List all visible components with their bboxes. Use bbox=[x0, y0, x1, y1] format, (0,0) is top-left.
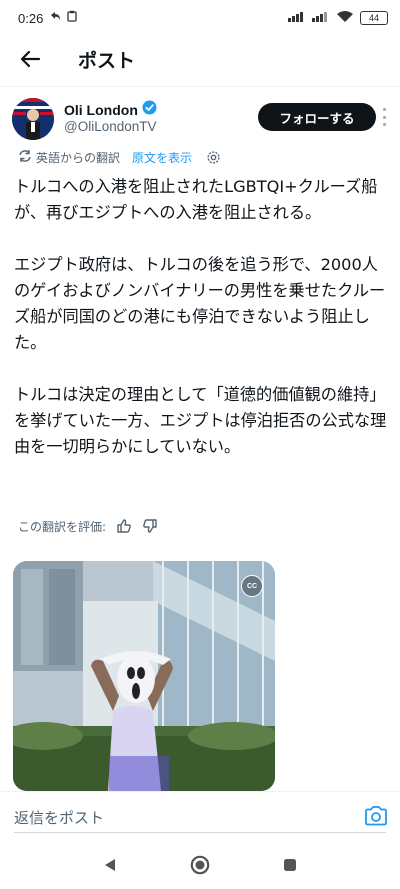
back-arrow-icon bbox=[20, 50, 41, 68]
show-original-link[interactable]: 原文を表示 bbox=[132, 149, 192, 166]
signal-icon bbox=[288, 10, 306, 26]
thumbs-down-icon[interactable] bbox=[142, 518, 158, 534]
nav-back-icon[interactable] bbox=[102, 857, 118, 873]
system-nav-bar bbox=[0, 841, 400, 889]
more-options-icon[interactable] bbox=[380, 108, 388, 126]
nav-recents-icon[interactable] bbox=[282, 857, 298, 873]
video-thumbnail[interactable]: CC bbox=[13, 561, 275, 791]
reply-input[interactable]: 返信をポスト bbox=[14, 807, 104, 828]
follow-button[interactable]: フォローする bbox=[258, 103, 376, 131]
nav-home-icon[interactable] bbox=[190, 855, 210, 875]
status-bar: 0:26 44 bbox=[0, 0, 400, 36]
back-button[interactable] bbox=[16, 45, 44, 73]
reply-underline bbox=[14, 832, 386, 833]
battery-icon: 44 bbox=[360, 11, 388, 25]
clipboard-icon bbox=[67, 10, 77, 26]
header-divider bbox=[0, 86, 400, 87]
status-time: 0:26 bbox=[18, 10, 44, 26]
author-name[interactable]: Oli London bbox=[64, 102, 138, 118]
thumbs-up-icon[interactable] bbox=[116, 518, 132, 534]
tweet-paragraph-3: トルコは決定の理由として「道徳的価値観の維持」を挙げていた一方、エジプトは停泊拒… bbox=[14, 385, 387, 456]
author-row: Oli London @OliLondonTV フォローする bbox=[12, 96, 392, 142]
author-name-row: Oli London bbox=[64, 100, 157, 119]
camera-icon[interactable] bbox=[364, 805, 388, 827]
translation-info-row: 英語からの翻訳 原文を表示 bbox=[18, 147, 221, 167]
translate-icon bbox=[18, 149, 32, 166]
rate-translation-label: この翻訳を評価: bbox=[18, 519, 107, 534]
link-icon bbox=[49, 10, 61, 26]
translated-from-label: 英語からの翻訳 bbox=[36, 150, 121, 165]
tweet-paragraph-2: エジプト政府は、トルコの後を追う形で、2000人のゲイおよびノンバイナリーの男性… bbox=[14, 255, 386, 352]
tweet-paragraph-1: トルコへの入港を阻止されたLGBTQI+クルーズ船が、再びエジプトへの入港を阻止… bbox=[14, 177, 378, 222]
page-title: ポスト bbox=[78, 49, 136, 72]
tweet-text: トルコへの入港を阻止されたLGBTQI+クルーズ船が、再びエジプトへの入港を阻止… bbox=[14, 174, 390, 486]
signal-icon-2 bbox=[312, 10, 330, 26]
reply-bar: 返信をポスト bbox=[0, 791, 400, 841]
avatar[interactable] bbox=[12, 98, 54, 140]
closed-captions-icon[interactable]: CC bbox=[241, 575, 263, 597]
gear-icon[interactable] bbox=[206, 150, 221, 165]
rate-translation-row: この翻訳を評価: bbox=[18, 516, 158, 536]
author-handle[interactable]: @OliLondonTV bbox=[64, 119, 157, 134]
verified-badge-icon bbox=[142, 100, 157, 119]
header: ポスト bbox=[0, 36, 400, 82]
wifi-icon bbox=[336, 10, 354, 27]
